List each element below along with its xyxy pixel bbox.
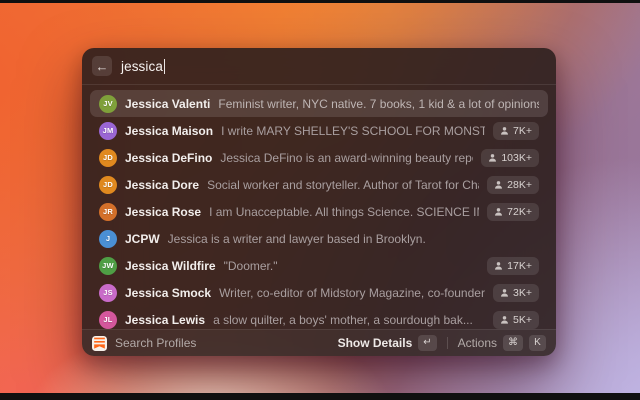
profile-description: Writer, co-editor of Midstory Magazine, … [219,285,485,300]
profile-name: Jessica Maison [125,123,214,138]
followers-count: 7K+ [513,124,532,137]
profile-description: I write MARY SHELLEY'S SCHOOL FOR MONSTE… [221,123,486,138]
avatar: JV [99,94,117,113]
results-list: JV Jessica Valenti Feminist writer, NYC … [82,85,556,329]
followers-badge: 7K+ [493,121,539,140]
substack-logo-icon [92,335,107,351]
text-caret [163,58,166,74]
profile-description: Jessica is a writer and lawyer based in … [167,231,426,246]
followers-count: 5K+ [513,313,532,326]
actions-label: Actions [457,336,497,350]
person-icon [495,261,503,270]
profile-description: Social worker and storyteller. Author of… [207,177,479,192]
profile-result-row[interactable]: JM Jessica Maison I write MARY SHELLEY'S… [90,117,548,144]
followers-badge: 103K+ [481,148,539,167]
person-icon [495,207,503,216]
followers-count: 103K+ [501,151,532,164]
profile-name: Jessica Dore [125,177,200,192]
profile-description: Jessica DeFino is an award-winning beaut… [220,150,473,165]
footer-separator [446,337,448,349]
search-input[interactable]: jessica [121,58,166,74]
person-icon [501,126,509,135]
profile-result-row[interactable]: JD Jessica Dore Social worker and storyt… [90,171,548,198]
profile-description: a slow quilter, a boys' mother, a sourdo… [213,312,473,327]
profile-result-row[interactable]: JV Jessica Valenti Feminist writer, NYC … [90,90,548,117]
profile-name: JCPW [125,231,160,246]
letterbox-top [0,0,640,3]
profile-description: Feminist writer, NYC native. 7 books, 1 … [218,96,539,111]
search-bar: ← jessica [82,48,556,84]
primary-action-hint[interactable]: Show Details ↵ [338,335,437,351]
profile-result-row[interactable]: JW Jessica Wildfire "Doomer." 17K+ [90,252,548,279]
k-key-icon: K [529,335,546,351]
followers-count: 72K+ [507,205,532,218]
profile-name: Jessica Rose [125,204,202,219]
profile-name: Jessica Valenti [125,96,211,111]
followers-count: 3K+ [513,286,532,299]
command-key-icon: ⌘ [503,335,523,351]
search-palette-window: ← jessica JV Jessica Valenti Feminist wr… [82,48,556,356]
footer-bar: Search Profiles Show Details ↵ Actions ⌘… [82,329,556,356]
back-arrow-icon: ← [95,58,109,74]
person-icon [501,288,509,297]
back-button[interactable]: ← [92,56,112,76]
followers-count: 17K+ [507,259,532,272]
avatar: JM [99,121,117,140]
profile-description: "Doomer." [223,258,278,273]
avatar: JR [99,202,117,221]
profile-name: Jessica DeFino [125,150,213,165]
actions-hint[interactable]: Actions ⌘ K [458,335,546,351]
avatar: JW [99,256,117,275]
person-icon [489,153,497,162]
avatar: JD [99,175,117,194]
profile-name: Jessica Lewis [125,312,206,327]
followers-count: 28K+ [507,178,532,191]
followers-badge: 3K+ [493,283,539,302]
followers-badge: 5K+ [493,310,539,329]
person-icon [501,315,509,324]
return-key-icon: ↵ [418,335,437,351]
source-label: Search Profiles [115,336,197,350]
profile-description: I am Unacceptable. All things Science. S… [209,204,479,219]
profile-name: Jessica Smock [125,285,212,300]
search-query-text: jessica [121,58,163,74]
profile-result-row[interactable]: JS Jessica Smock Writer, co-editor of Mi… [90,279,548,306]
avatar: J [99,229,117,248]
show-details-label: Show Details [337,336,413,350]
followers-badge: 28K+ [487,175,539,194]
letterbox-bottom [0,393,640,400]
profile-result-row[interactable]: JL Jessica Lewis a slow quilter, a boys'… [90,306,548,329]
profile-result-row[interactable]: J JCPW Jessica is a writer and lawyer ba… [90,225,548,252]
profile-result-row[interactable]: JR Jessica Rose I am Unacceptable. All t… [90,198,548,225]
person-icon [495,180,503,189]
followers-badge: 17K+ [487,256,539,275]
profile-result-row[interactable]: JD Jessica DeFino Jessica DeFino is an a… [90,144,548,171]
avatar: JL [99,310,117,329]
avatar: JD [99,148,117,167]
profile-name: Jessica Wildfire [125,258,216,273]
avatar: JS [99,283,117,302]
followers-badge: 72K+ [487,202,539,221]
